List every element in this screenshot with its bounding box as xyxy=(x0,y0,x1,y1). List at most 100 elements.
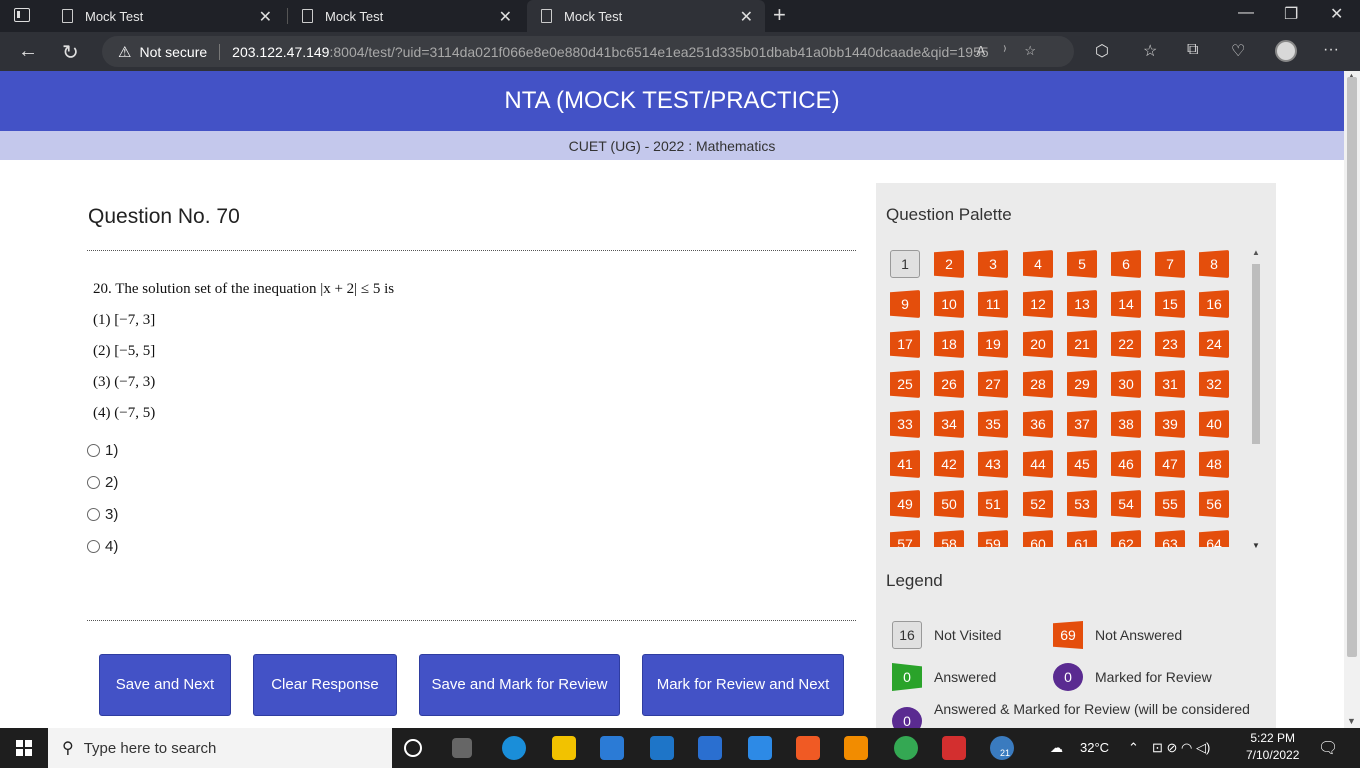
brave-icon[interactable] xyxy=(796,736,820,760)
weather-icon[interactable]: ☁ xyxy=(1050,740,1063,756)
vlc-icon[interactable] xyxy=(844,736,868,760)
palette-question-button[interactable]: 43 xyxy=(978,450,1008,478)
scroll-down-icon[interactable]: ▼ xyxy=(1347,716,1356,726)
palette-question-button[interactable]: 14 xyxy=(1111,290,1141,318)
weather-temp[interactable]: 32°C xyxy=(1080,740,1109,755)
palette-question-button[interactable]: 23 xyxy=(1155,330,1185,358)
save-and-next-button[interactable]: Save and Next xyxy=(99,654,231,716)
app-badge-icon[interactable]: 21 xyxy=(990,736,1014,760)
palette-question-button[interactable]: 12 xyxy=(1023,290,1053,318)
scroll-up-icon[interactable]: ▲ xyxy=(1252,248,1260,257)
close-tab-icon[interactable]: ✕ xyxy=(259,7,272,27)
palette-question-button[interactable]: 61 xyxy=(1067,530,1097,547)
minimize-icon[interactable]: — xyxy=(1238,4,1254,22)
palette-question-button[interactable]: 4 xyxy=(1023,250,1053,278)
profile-avatar[interactable] xyxy=(1275,40,1297,62)
page-scrollbar[interactable]: ▲ ▼ xyxy=(1344,71,1360,728)
clear-response-button[interactable]: Clear Response xyxy=(253,654,397,716)
palette-question-button[interactable]: 50 xyxy=(934,490,964,518)
tab-actions-icon[interactable] xyxy=(14,8,30,22)
palette-question-button[interactable]: 45 xyxy=(1067,450,1097,478)
palette-question-button[interactable]: 60 xyxy=(1023,530,1053,547)
palette-question-button[interactable]: 22 xyxy=(1111,330,1141,358)
palette-question-button[interactable]: 49 xyxy=(890,490,920,518)
app-icon[interactable] xyxy=(698,736,722,760)
save-and-mark-button[interactable]: Save and Mark for Review xyxy=(419,654,620,716)
palette-question-button[interactable]: 53 xyxy=(1067,490,1097,518)
notification-icon[interactable]: 🗨 xyxy=(1318,738,1338,758)
task-view-icon[interactable] xyxy=(452,738,472,758)
browser-tab-2[interactable]: Mock Test ✕ xyxy=(288,0,524,32)
palette-question-button[interactable]: 3 xyxy=(978,250,1008,278)
taskbar-clock[interactable]: 5:22 PM 7/10/2022 xyxy=(1246,730,1299,764)
address-field[interactable]: ⚠ Not secure 203.122.47.149 :8004/test/?… xyxy=(102,36,1074,67)
store-icon[interactable] xyxy=(600,736,624,760)
tray-chevron-icon[interactable]: ⌃ xyxy=(1128,740,1139,756)
palette-question-button[interactable]: 38 xyxy=(1111,410,1141,438)
palette-question-button[interactable]: 58 xyxy=(934,530,964,547)
palette-question-button[interactable]: 29 xyxy=(1067,370,1097,398)
palette-question-button[interactable]: 9 xyxy=(890,290,920,318)
close-window-icon[interactable]: ✕ xyxy=(1330,4,1343,24)
mail-icon[interactable] xyxy=(650,736,674,760)
palette-question-button[interactable]: 2 xyxy=(934,250,964,278)
cortana-icon[interactable] xyxy=(404,739,422,757)
palette-question-button[interactable]: 48 xyxy=(1199,450,1229,478)
palette-question-button[interactable]: 57 xyxy=(890,530,920,547)
palette-question-button[interactable]: 17 xyxy=(890,330,920,358)
palette-question-button[interactable]: 52 xyxy=(1023,490,1053,518)
scroll-thumb[interactable] xyxy=(1252,264,1260,444)
browser-tab-3-active[interactable]: Mock Test ✕ xyxy=(527,0,765,32)
tray-icons[interactable]: ⊡ ⊘ ◠ ◁) xyxy=(1152,740,1210,756)
close-tab-icon[interactable]: ✕ xyxy=(740,7,753,27)
palette-question-button[interactable]: 37 xyxy=(1067,410,1097,438)
security-label[interactable]: Not secure xyxy=(139,44,207,60)
favorites-icon[interactable]: ☆ xyxy=(1143,41,1157,61)
palette-question-button[interactable]: 63 xyxy=(1155,530,1185,547)
option-radio[interactable] xyxy=(87,508,100,521)
palette-question-button[interactable]: 33 xyxy=(890,410,920,438)
palette-question-button[interactable]: 18 xyxy=(934,330,964,358)
palette-question-button[interactable]: 64 xyxy=(1199,530,1229,547)
option-4[interactable]: 4) xyxy=(87,538,118,555)
palette-question-button[interactable]: 16 xyxy=(1199,290,1229,318)
palette-question-button[interactable]: 55 xyxy=(1155,490,1185,518)
palette-question-button[interactable]: 24 xyxy=(1199,330,1229,358)
palette-scrollbar[interactable]: ▲ ▼ xyxy=(1250,248,1262,550)
palette-question-button[interactable]: 51 xyxy=(978,490,1008,518)
palette-question-button[interactable]: 6 xyxy=(1111,250,1141,278)
palette-question-button[interactable]: 28 xyxy=(1023,370,1053,398)
scroll-down-icon[interactable]: ▼ xyxy=(1252,541,1260,550)
windows-start-icon[interactable] xyxy=(16,740,32,756)
palette-question-button[interactable]: 32 xyxy=(1199,370,1229,398)
refresh-icon[interactable]: ↻ xyxy=(62,40,79,65)
palette-question-button[interactable]: 42 xyxy=(934,450,964,478)
palette-question-button[interactable]: 30 xyxy=(1111,370,1141,398)
palette-question-button[interactable]: 40 xyxy=(1199,410,1229,438)
palette-question-button[interactable]: 7 xyxy=(1155,250,1185,278)
browser-essentials-icon[interactable]: ♡ xyxy=(1231,41,1245,61)
option-3[interactable]: 3) xyxy=(87,506,118,523)
edge-icon[interactable] xyxy=(502,736,526,760)
option-radio[interactable] xyxy=(87,444,100,457)
palette-question-button[interactable]: 35 xyxy=(978,410,1008,438)
palette-question-button[interactable]: 56 xyxy=(1199,490,1229,518)
todo-icon[interactable] xyxy=(748,736,772,760)
palette-question-button[interactable]: 47 xyxy=(1155,450,1185,478)
palette-question-button[interactable]: 31 xyxy=(1155,370,1185,398)
chrome-icon[interactable] xyxy=(894,736,918,760)
new-tab-icon[interactable]: + xyxy=(773,2,786,28)
palette-question-button[interactable]: 34 xyxy=(934,410,964,438)
taskbar-search[interactable]: ⚲ Type here to search xyxy=(48,728,392,768)
palette-question-button[interactable]: 11 xyxy=(978,290,1008,318)
back-icon[interactable]: ← xyxy=(18,40,38,63)
palette-question-button[interactable]: 44 xyxy=(1023,450,1053,478)
option-radio[interactable] xyxy=(87,540,100,553)
palette-question-button[interactable]: 62 xyxy=(1111,530,1141,547)
palette-question-button[interactable]: 36 xyxy=(1023,410,1053,438)
palette-question-button[interactable]: 13 xyxy=(1067,290,1097,318)
option-radio[interactable] xyxy=(87,476,100,489)
palette-question-button[interactable]: 20 xyxy=(1023,330,1053,358)
palette-question-button[interactable]: 39 xyxy=(1155,410,1185,438)
palette-question-button[interactable]: 15 xyxy=(1155,290,1185,318)
